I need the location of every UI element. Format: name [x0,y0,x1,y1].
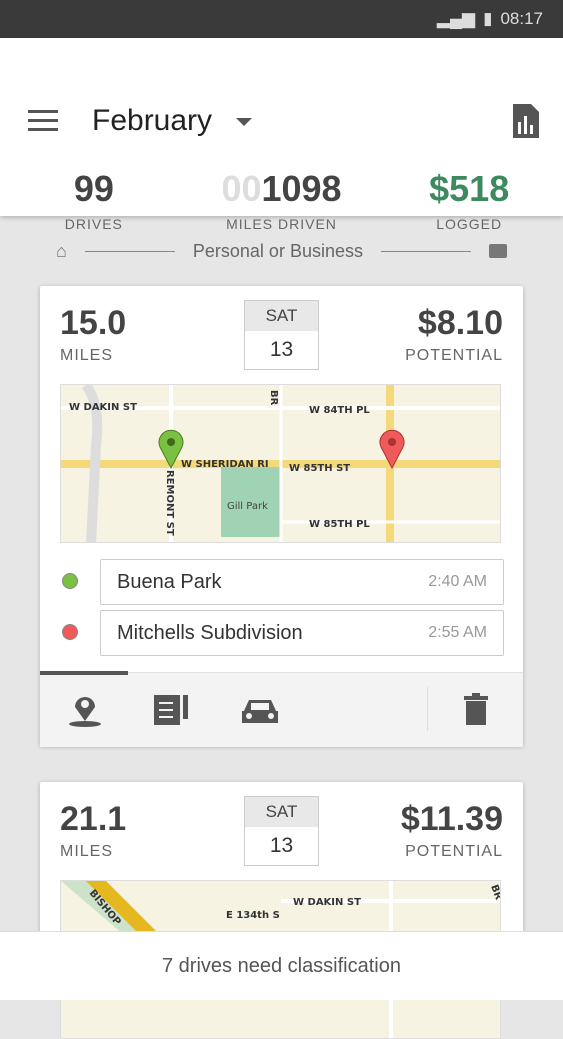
svg-text:W SHERIDAN RI: W SHERIDAN RI [181,459,269,470]
signal-icon: ▂▄▆ [436,9,476,28]
svg-text:W 85TH PL: W 85TH PL [309,519,370,530]
svg-text:E 134th S: E 134th S [226,910,280,921]
miles-value: 15.0 [60,304,127,342]
svg-text:W DAKIN ST: W DAKIN ST [69,402,137,413]
notes-icon[interactable] [153,693,189,727]
svg-text:W 85TH ST: W 85TH ST [289,463,350,474]
svg-text:BR: BR [268,390,279,406]
svg-text:W 84TH PL: W 84TH PL [309,405,370,416]
map-pin-icon[interactable] [68,693,102,729]
end-location[interactable]: Mitchells Subdivision 2:55 AM [100,610,504,656]
potential-value: $8.10 [417,304,503,342]
date-badge: SAT 13 [244,796,319,866]
card-toolbar [40,671,523,747]
header: February 99 DRIVES 001098 MILES DRIVEN $51… [0,38,563,232]
briefcase-icon [488,244,507,258]
swipe-label: Personal or Business [192,240,363,261]
route-map[interactable]: W DAKIN ST W 84TH PL W SHERIDAN RI W 85T… [60,384,501,543]
classification-banner[interactable]: 7 drives need classification [0,931,563,1000]
home-icon: ⌂ [56,240,67,261]
date-badge: SAT 13 [244,300,319,370]
status-bar: ▂▄▆ ▮ 08:17 [0,0,563,38]
drive-card[interactable]: 15.0 MILES SAT 13 $8.10 POTENTIAL W DAKIN S… [40,286,523,747]
battery-icon: ▮ [483,9,493,28]
end-dot-icon [62,624,78,640]
svg-text:REMONT ST: REMONT ST [164,470,175,536]
car-icon[interactable] [240,697,280,727]
svg-text:BR: BR [488,883,501,901]
svg-text:Gill Park: Gill Park [227,501,268,512]
start-dot-icon [62,573,78,589]
svg-text:W DAKIN ST: W DAKIN ST [293,897,361,908]
start-location[interactable]: Buena Park 2:40 AM [100,559,504,605]
menu-icon[interactable] [28,110,58,137]
swipe-hint: ⌂ Personal or Business [0,216,563,286]
chevron-down-icon[interactable] [236,118,252,126]
report-icon[interactable] [513,104,539,138]
month-selector[interactable]: February [92,104,212,138]
clock: 08:17 [500,9,543,28]
trash-icon[interactable] [464,693,488,725]
